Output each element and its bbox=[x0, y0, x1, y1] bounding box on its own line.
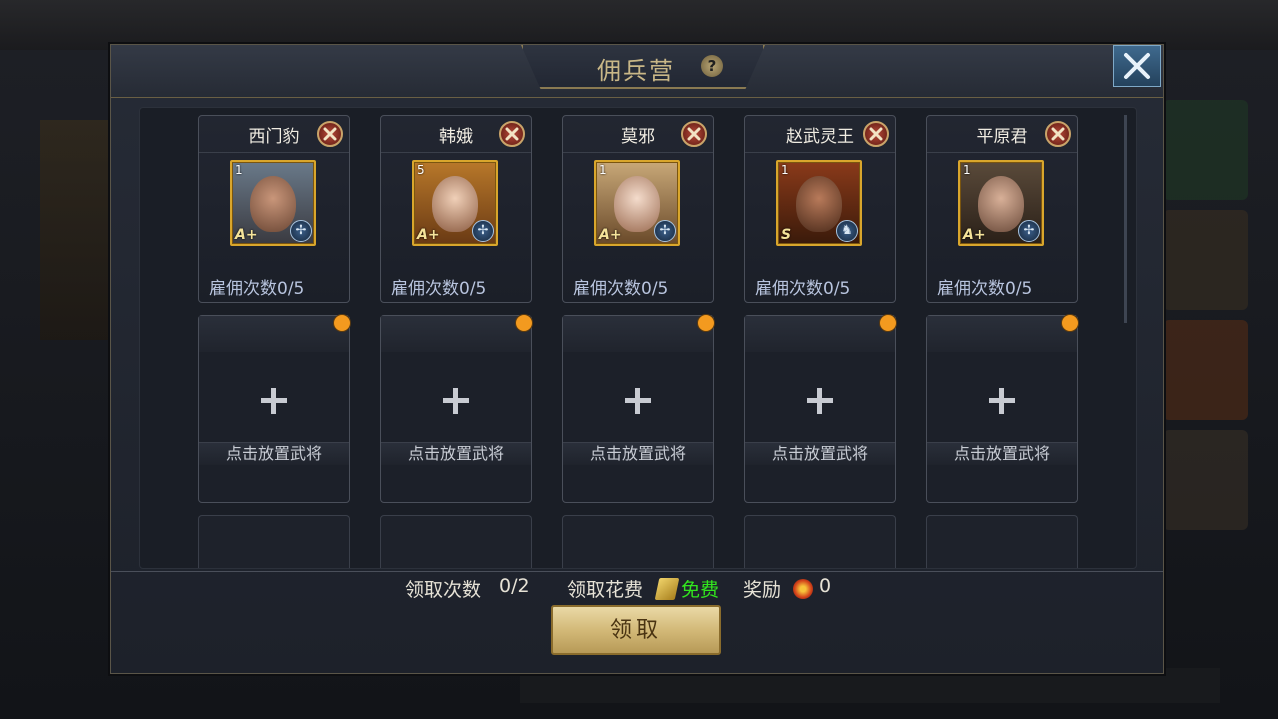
hero-card: 西门豹 1 A+ ✢ 雇佣次数0/5 bbox=[198, 115, 350, 303]
slot-header bbox=[381, 316, 531, 352]
hero-slot-partial[interactable] bbox=[744, 515, 896, 568]
reward-value: 0 bbox=[819, 575, 832, 597]
slot-label: 点击放置武将 bbox=[381, 442, 531, 465]
hero-card: 平原君 1 A+ ✢ 雇佣次数0/5 bbox=[926, 115, 1078, 303]
hero-portrait[interactable]: 1 A+ ✢ bbox=[230, 160, 316, 246]
hero-level: 1 bbox=[781, 163, 789, 177]
slot-label: 点击放置武将 bbox=[745, 442, 895, 465]
slot-label: 点击放置武将 bbox=[927, 442, 1077, 465]
background-tile bbox=[1163, 210, 1248, 310]
help-icon[interactable]: ? bbox=[701, 55, 723, 77]
cost-label: 领取花费 bbox=[567, 579, 644, 601]
hero-face bbox=[614, 176, 660, 232]
hire-count: 雇佣次数0/5 bbox=[937, 279, 1033, 299]
plus-icon bbox=[259, 386, 289, 416]
hero-face bbox=[796, 176, 842, 232]
hero-portrait[interactable]: 1 A+ ✢ bbox=[958, 160, 1044, 246]
crossbow-icon: ✢ bbox=[1018, 220, 1040, 242]
hire-count: 雇佣次数0/5 bbox=[755, 279, 851, 299]
hero-portrait[interactable]: 1 A+ ✢ bbox=[594, 160, 680, 246]
background-left-banner bbox=[40, 120, 110, 340]
empty-hero-slot[interactable]: 点击放置武将 bbox=[380, 314, 533, 503]
remove-hero-icon[interactable] bbox=[863, 121, 889, 147]
hero-level: 5 bbox=[417, 163, 425, 177]
remove-hero-icon[interactable] bbox=[317, 121, 343, 147]
notification-dot bbox=[697, 314, 715, 332]
close-button[interactable] bbox=[1113, 45, 1161, 87]
hero-face bbox=[432, 176, 478, 232]
claim-count-label: 领取次数 bbox=[405, 579, 482, 601]
hero-card: 韩娥 5 A+ ✢ 雇佣次数0/5 bbox=[380, 115, 532, 303]
reward-label: 奖励 bbox=[743, 579, 782, 601]
mercenary-camp-dialog: 佣兵营 ? 西门豹 1 A+ ✢ 雇佣次数0/5 韩娥 5 A+ ✢ 雇佣次数0… bbox=[110, 44, 1164, 674]
hero-face bbox=[978, 176, 1024, 232]
hire-count: 雇佣次数0/5 bbox=[209, 279, 305, 299]
empty-hero-slot[interactable]: 点击放置武将 bbox=[744, 314, 897, 503]
plus-icon bbox=[441, 386, 471, 416]
remove-hero-icon[interactable] bbox=[499, 121, 525, 147]
hero-face bbox=[250, 176, 296, 232]
hero-slot-partial[interactable] bbox=[926, 515, 1078, 568]
hero-slot-partial[interactable] bbox=[198, 515, 350, 568]
claim-count-value: 0/2 bbox=[499, 575, 530, 597]
background-tile bbox=[1163, 320, 1248, 420]
claim-button[interactable]: 领取 bbox=[551, 605, 721, 655]
slot-label: 点击放置武将 bbox=[199, 442, 349, 465]
crossbow-icon: ✢ bbox=[654, 220, 676, 242]
cost-value: 免费 bbox=[681, 579, 720, 601]
hero-slot-partial[interactable] bbox=[380, 515, 532, 568]
hero-rank: A+ bbox=[417, 227, 440, 243]
remove-hero-icon[interactable] bbox=[1045, 121, 1071, 147]
remove-hero-icon[interactable] bbox=[681, 121, 707, 147]
slot-header bbox=[199, 316, 349, 352]
hero-slot-partial[interactable] bbox=[562, 515, 714, 568]
close-icon bbox=[1124, 53, 1150, 79]
empty-hero-slot[interactable]: 点击放置武将 bbox=[198, 314, 351, 503]
hero-rank: A+ bbox=[599, 227, 622, 243]
slot-label: 点击放置武将 bbox=[563, 442, 713, 465]
hero-level: 1 bbox=[235, 163, 243, 177]
crossbow-icon: ✢ bbox=[290, 220, 312, 242]
slot-header bbox=[927, 316, 1077, 352]
notification-dot bbox=[515, 314, 533, 332]
hero-rank: A+ bbox=[235, 227, 258, 243]
footer-divider bbox=[111, 571, 1163, 572]
background-tile bbox=[1163, 100, 1248, 200]
hero-card: 赵武灵王 1 S ♞ 雇佣次数0/5 bbox=[744, 115, 896, 303]
reward-icon bbox=[793, 579, 813, 599]
hero-level: 1 bbox=[599, 163, 607, 177]
hero-rank: A+ bbox=[963, 227, 986, 243]
crossbow-icon: ✢ bbox=[472, 220, 494, 242]
scrollbar[interactable] bbox=[1124, 115, 1127, 323]
slot-header bbox=[563, 316, 713, 352]
hire-count: 雇佣次数0/5 bbox=[391, 279, 487, 299]
background-top-bar bbox=[0, 0, 1278, 50]
notification-dot bbox=[879, 314, 897, 332]
empty-hero-slot[interactable]: 点击放置武将 bbox=[926, 314, 1079, 503]
hero-portrait[interactable]: 1 S ♞ bbox=[776, 160, 862, 246]
background-tile bbox=[1163, 430, 1248, 530]
cavalry-icon: ♞ bbox=[836, 220, 858, 242]
slot-header bbox=[745, 316, 895, 352]
ticket-icon bbox=[654, 578, 680, 600]
notification-dot bbox=[1061, 314, 1079, 332]
hero-level: 1 bbox=[963, 163, 971, 177]
hero-portrait[interactable]: 5 A+ ✢ bbox=[412, 160, 498, 246]
plus-icon bbox=[987, 386, 1017, 416]
dialog-title: 佣兵营 bbox=[597, 57, 675, 85]
hero-card: 莫邪 1 A+ ✢ 雇佣次数0/5 bbox=[562, 115, 714, 303]
hire-count: 雇佣次数0/5 bbox=[573, 279, 669, 299]
hero-grid-panel: 西门豹 1 A+ ✢ 雇佣次数0/5 韩娥 5 A+ ✢ 雇佣次数0/5 莫邪 … bbox=[139, 107, 1137, 569]
notification-dot bbox=[333, 314, 351, 332]
plus-icon bbox=[805, 386, 835, 416]
hero-rank: S bbox=[781, 227, 792, 243]
plus-icon bbox=[623, 386, 653, 416]
empty-hero-slot[interactable]: 点击放置武将 bbox=[562, 314, 715, 503]
